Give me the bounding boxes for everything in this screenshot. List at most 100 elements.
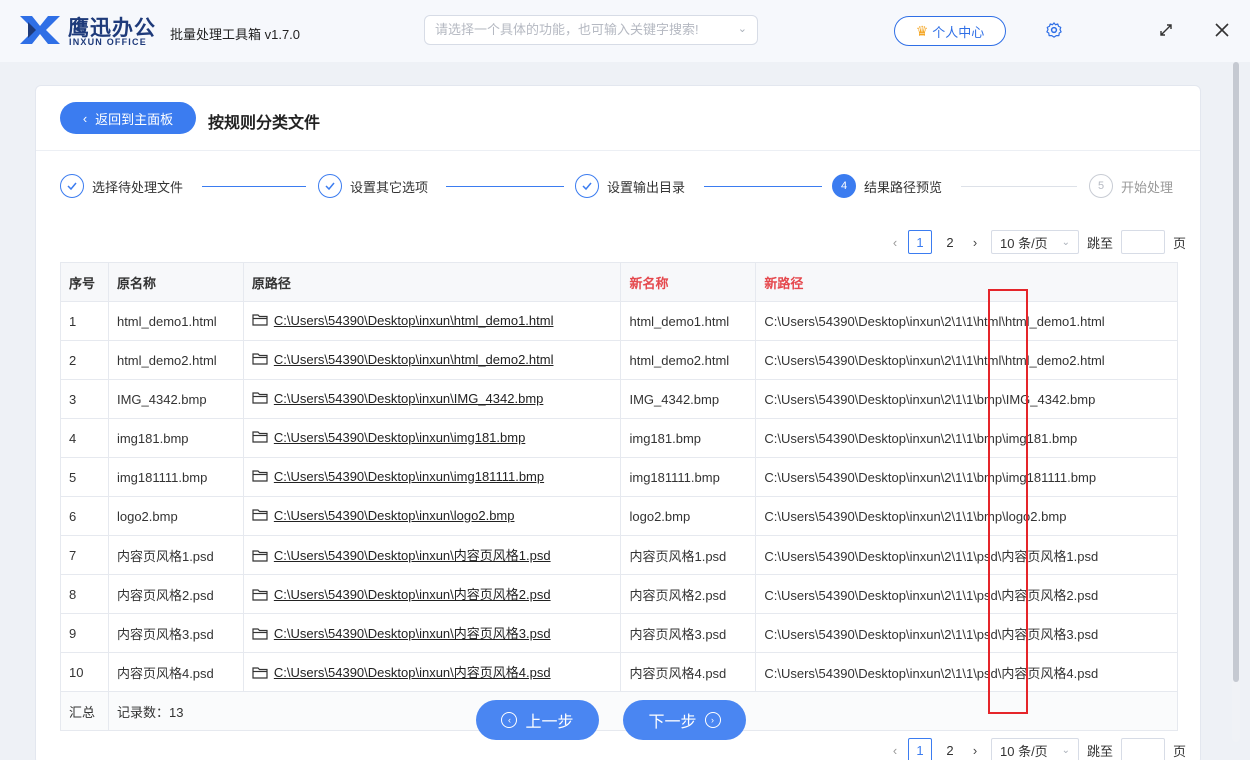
cell-new-path: C:\Users\54390\Desktop\inxun\2\1\1\psd\内… xyxy=(755,535,1178,575)
page-title: 按规则分类文件 xyxy=(208,115,321,132)
cell-orig-path: C:\Users\54390\Desktop\inxun\html_demo1.… xyxy=(242,301,622,341)
orig-path-link[interactable]: C:\Users\54390\Desktop\inxun\内容页风格4.psd xyxy=(274,665,551,680)
step-label: 开始处理 xyxy=(1121,179,1174,195)
page-2[interactable]: 2 xyxy=(938,230,962,254)
page-2[interactable]: 2 xyxy=(938,738,962,760)
folder-open-icon[interactable] xyxy=(252,430,268,446)
step-output-dir: 设置输出目录 xyxy=(575,174,685,198)
step-number: 4 xyxy=(832,174,856,198)
cell-index: 1 xyxy=(60,301,109,341)
cell-index: 3 xyxy=(60,379,109,419)
page-size-label: 10 条/页 xyxy=(1000,743,1048,759)
cell-index: 5 xyxy=(60,457,109,497)
page-1[interactable]: 1 xyxy=(908,230,932,254)
cell-new-path: C:\Users\54390\Desktop\inxun\2\1\1\bmp\I… xyxy=(755,379,1178,419)
title-bar: 鹰迅办公 INXUN OFFICE 批量处理工具箱 v1.7.0 ⌄ ♛ 个人中… xyxy=(0,0,1250,62)
step-other-options: 设置其它选项 xyxy=(318,174,428,198)
check-icon xyxy=(60,174,84,198)
prev-page-icon[interactable]: ‹ xyxy=(885,743,905,758)
cell-orig-name: html_demo1.html xyxy=(107,301,244,341)
check-icon xyxy=(318,174,342,198)
jump-page-input[interactable] xyxy=(1121,230,1166,254)
settings-gear-icon[interactable] xyxy=(1042,18,1066,42)
prev-page-icon[interactable]: ‹ xyxy=(885,235,905,250)
search-input[interactable] xyxy=(435,22,725,37)
page-1[interactable]: 1 xyxy=(908,738,932,760)
cell-orig-path: C:\Users\54390\Desktop\inxun\html_demo2.… xyxy=(242,340,622,380)
folder-open-icon[interactable] xyxy=(252,313,268,329)
cell-orig-name: html_demo2.html xyxy=(107,340,244,380)
cell-new-name: 内容页风格1.psd xyxy=(620,535,757,575)
inxun-logo-icon xyxy=(20,16,60,44)
page-suffix: 页 xyxy=(1173,235,1187,251)
step-label: 选择待处理文件 xyxy=(92,179,184,195)
cell-new-path: C:\Users\54390\Desktop\inxun\2\1\1\bmp\i… xyxy=(755,457,1178,497)
step-number: 5 xyxy=(1089,174,1113,198)
cell-orig-path: C:\Users\54390\Desktop\inxun\内容页风格4.psd xyxy=(242,652,622,692)
folder-open-icon[interactable] xyxy=(252,508,268,524)
folder-open-icon[interactable] xyxy=(252,666,268,682)
folder-open-icon[interactable] xyxy=(252,549,268,565)
cell-orig-name: 内容页风格1.psd xyxy=(107,535,244,575)
cell-new-path: C:\Users\54390\Desktop\inxun\2\1\1\html\… xyxy=(755,340,1178,380)
folder-open-icon[interactable] xyxy=(252,588,268,604)
chevron-left-circle-icon: ‹ xyxy=(501,712,518,728)
orig-path-link[interactable]: C:\Users\54390\Desktop\inxun\html_demo2.… xyxy=(274,352,554,367)
next-step-label: 下一步 xyxy=(648,714,697,731)
prev-step-button[interactable]: ‹ 上一步 xyxy=(476,700,599,740)
cell-new-name: 内容页风格4.psd xyxy=(620,652,757,692)
cell-orig-name: 内容页风格2.psd xyxy=(107,574,244,614)
orig-path-link[interactable]: C:\Users\54390\Desktop\inxun\内容页风格3.psd xyxy=(274,626,551,641)
orig-path-link[interactable]: C:\Users\54390\Desktop\inxun\内容页风格1.psd xyxy=(274,548,551,563)
chevron-left-icon: ‹ xyxy=(82,110,88,126)
cell-index: 6 xyxy=(60,496,109,536)
chevron-right-circle-icon: › xyxy=(704,712,721,728)
folder-open-icon[interactable] xyxy=(252,469,268,485)
jump-page-input[interactable] xyxy=(1121,738,1166,760)
next-step-button[interactable]: 下一步 › xyxy=(623,700,746,740)
cell-orig-path: C:\Users\54390\Desktop\inxun\内容页风格1.psd xyxy=(242,535,622,575)
pagination-top: ‹ 1 2 › 10 条/页 ⌄ 跳至 页 xyxy=(885,230,1186,254)
page-size-select[interactable]: 10 条/页 ⌄ xyxy=(991,230,1079,254)
orig-path-link[interactable]: C:\Users\54390\Desktop\inxun\IMG_4342.bm… xyxy=(274,391,544,406)
step-start: 5 开始处理 xyxy=(1089,174,1173,198)
col-index: 序号 xyxy=(60,262,109,302)
back-to-main-button[interactable]: ‹ 返回到主面板 xyxy=(60,102,196,134)
folder-open-icon[interactable] xyxy=(252,352,268,368)
cell-orig-path: C:\Users\54390\Desktop\inxun\IMG_4342.bm… xyxy=(242,379,622,419)
cell-new-name: img181.bmp xyxy=(620,418,757,458)
col-orig-path: 原路径 xyxy=(242,262,622,302)
next-page-icon[interactable]: › xyxy=(965,235,985,250)
col-new-path: 新路径 xyxy=(755,262,1178,302)
cell-index: 8 xyxy=(60,574,109,614)
cell-index: 2 xyxy=(60,340,109,380)
orig-path-link[interactable]: C:\Users\54390\Desktop\inxun\html_demo1.… xyxy=(274,313,554,328)
cell-new-path: C:\Users\54390\Desktop\inxun\2\1\1\psd\内… xyxy=(755,652,1178,692)
cell-index: 9 xyxy=(60,613,109,653)
cell-new-name: html_demo2.html xyxy=(620,340,757,380)
cell-new-path: C:\Users\54390\Desktop\inxun\2\1\1\psd\内… xyxy=(755,613,1178,653)
step-label: 设置其它选项 xyxy=(350,179,429,195)
divider xyxy=(36,150,1200,151)
orig-path-link[interactable]: C:\Users\54390\Desktop\inxun\img181.bmp xyxy=(274,430,525,445)
function-search[interactable]: ⌄ xyxy=(424,15,758,45)
folder-open-icon[interactable] xyxy=(252,627,268,643)
user-center-button[interactable]: ♛ 个人中心 xyxy=(894,16,1006,46)
prev-step-label: 上一步 xyxy=(525,714,574,731)
cell-orig-path: C:\Users\54390\Desktop\inxun\内容页风格2.psd xyxy=(242,574,622,614)
orig-path-link[interactable]: C:\Users\54390\Desktop\inxun\logo2.bmp xyxy=(274,508,515,523)
page-size-label: 10 条/页 xyxy=(1000,235,1048,251)
orig-path-link[interactable]: C:\Users\54390\Desktop\inxun\内容页风格2.psd xyxy=(274,587,551,602)
chevron-down-icon[interactable]: ⌄ xyxy=(738,22,747,35)
scrollbar-thumb[interactable] xyxy=(1233,62,1239,682)
step-connector xyxy=(961,186,1077,187)
jump-label: 跳至 xyxy=(1087,743,1114,759)
close-icon[interactable] xyxy=(1210,18,1234,42)
next-page-icon[interactable]: › xyxy=(965,743,985,758)
cell-orig-name: 内容页风格3.psd xyxy=(107,613,244,653)
summary-label: 汇总 xyxy=(60,691,109,731)
page-size-select[interactable]: 10 条/页 ⌄ xyxy=(991,738,1079,760)
folder-open-icon[interactable] xyxy=(252,391,268,407)
orig-path-link[interactable]: C:\Users\54390\Desktop\inxun\img181111.b… xyxy=(274,469,544,484)
maximize-icon[interactable] xyxy=(1154,18,1178,42)
